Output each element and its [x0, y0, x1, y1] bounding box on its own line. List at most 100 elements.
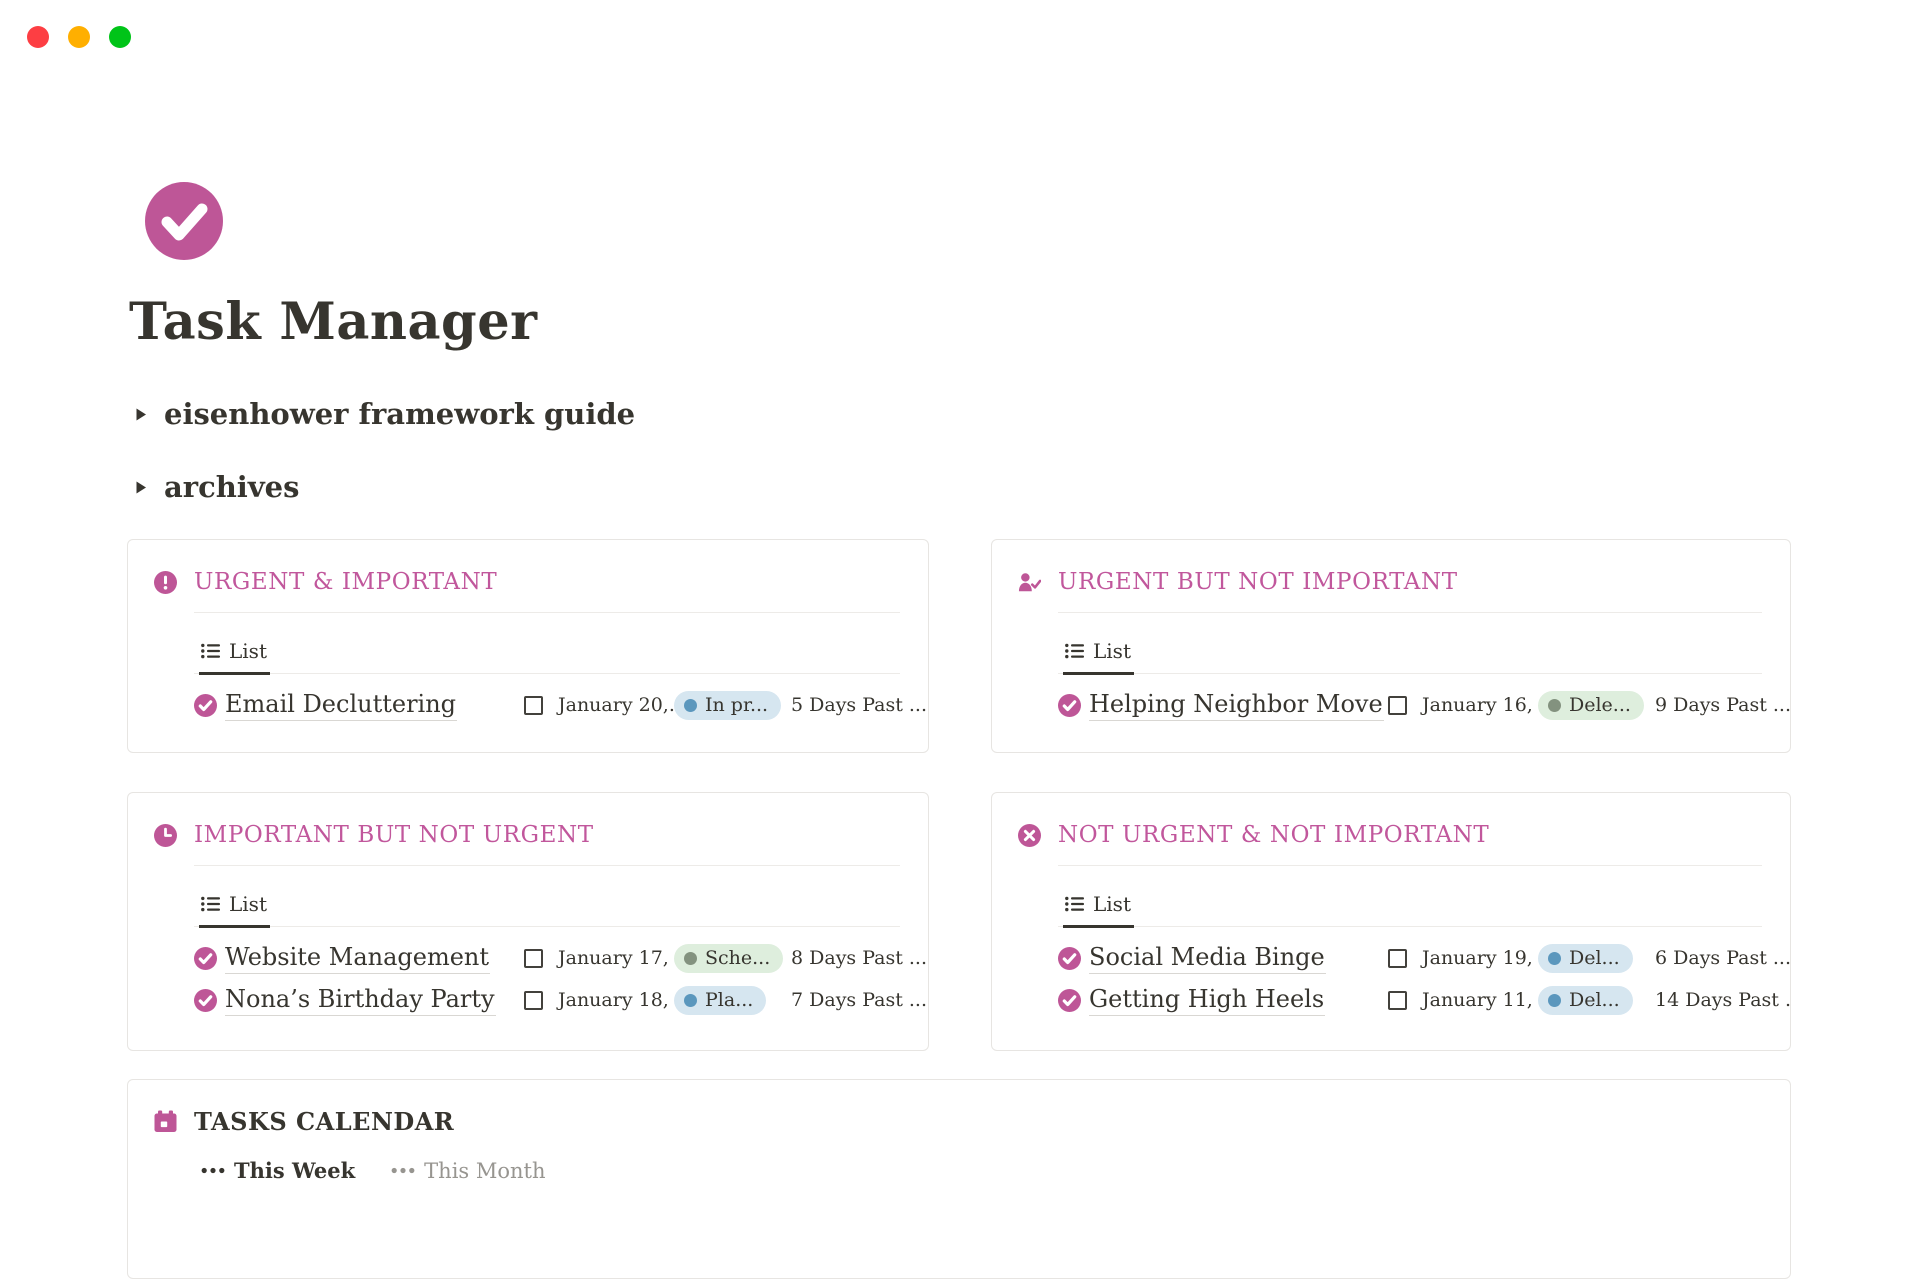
tab-list-view[interactable]: List [199, 639, 270, 675]
toggle-triangle-icon [135, 480, 147, 495]
task-check-icon [194, 989, 217, 1012]
tab-label: This Month [424, 1159, 545, 1183]
task-date[interactable]: January 11, ... [1422, 989, 1538, 1011]
quadrant-title: NOT URGENT & NOT IMPORTANT [1058, 822, 1489, 848]
card-urgent-not-important: URGENT BUT NOT IMPORTANT List [991, 539, 1791, 753]
three-dots-icon [201, 1167, 225, 1174]
status-badge[interactable]: Del... [1538, 986, 1633, 1015]
task-overdue: 6 Days Past ... [1655, 947, 1791, 969]
status-dot-icon [684, 994, 697, 1007]
card-header: IMPORTANT BUT NOT URGENT [128, 793, 928, 850]
card-header: NOT URGENT & NOT IMPORTANT [992, 793, 1790, 850]
task-checkbox[interactable] [524, 991, 543, 1010]
task-check-icon [1058, 694, 1081, 717]
task-check-icon [1058, 989, 1081, 1012]
card-urgent-important: URGENT & IMPORTANT List Emai [127, 539, 929, 753]
close-window-button[interactable] [27, 26, 49, 48]
tab-this-week[interactable]: This Week [201, 1158, 355, 1183]
status-label: Sche... [705, 947, 770, 969]
task-date[interactable]: January 18, ... [558, 989, 674, 1011]
list-view-icon [201, 896, 220, 912]
card-header: TASKS CALENDAR [128, 1080, 1790, 1136]
task-name-link[interactable]: Website Management [225, 943, 490, 974]
zoom-window-button[interactable] [109, 26, 131, 48]
quadrant-title: IMPORTANT BUT NOT URGENT [194, 822, 594, 848]
toggle-label: eisenhower framework guide [164, 397, 635, 431]
task-overdue: 7 Days Past ... [791, 989, 927, 1011]
card-header: URGENT & IMPORTANT [128, 540, 928, 597]
task-name-link[interactable]: Helping Neighbor Move [1089, 690, 1384, 721]
status-dot-icon [1548, 699, 1561, 712]
quadrant-title: URGENT & IMPORTANT [194, 569, 497, 595]
status-dot-icon [1548, 994, 1561, 1007]
toggle-eisenhower-framework-guide[interactable]: eisenhower framework guide [127, 397, 635, 431]
task-checkbox[interactable] [524, 696, 543, 715]
task-name-link[interactable]: Getting High Heels [1089, 985, 1325, 1016]
list-view-icon [201, 643, 220, 659]
three-dots-icon [391, 1167, 415, 1174]
list-view-icon [1065, 643, 1084, 659]
toggle-archives[interactable]: archives [127, 470, 299, 504]
tab-label: This Week [234, 1158, 355, 1183]
tab-list-view[interactable]: List [1063, 892, 1134, 928]
card-header: URGENT BUT NOT IMPORTANT [992, 540, 1790, 597]
status-label: Del... [1569, 989, 1620, 1011]
check-circle-icon [145, 182, 223, 260]
card-not-urgent-not-important: NOT URGENT & NOT IMPORTANT List [991, 792, 1791, 1051]
task-checkbox[interactable] [1388, 991, 1407, 1010]
tab-label: List [1093, 892, 1131, 916]
tab-this-month[interactable]: This Month [391, 1158, 545, 1183]
status-badge[interactable]: Dele... [1538, 691, 1644, 720]
task-name-link[interactable]: Nona’s Birthday Party [225, 985, 496, 1016]
tab-list-view[interactable]: List [199, 892, 270, 928]
task-name-link[interactable]: Social Media Binge [1089, 943, 1326, 974]
task-date[interactable]: January 20,... [558, 694, 674, 716]
quadrant-grid: URGENT & IMPORTANT List Emai [127, 539, 1791, 1051]
tab-label: List [1093, 639, 1131, 663]
card-tasks-calendar: TASKS CALENDAR This Week This Month [127, 1079, 1791, 1279]
status-badge[interactable]: Pla... [674, 986, 766, 1015]
status-label: Del... [1569, 947, 1620, 969]
task-row: Nona’s Birthday Party January 18, ... Pl… [194, 979, 900, 1021]
task-date[interactable]: January 19, ... [1422, 947, 1538, 969]
tab-list-view[interactable]: List [1063, 639, 1134, 675]
task-check-icon [1058, 947, 1081, 970]
task-checkbox[interactable] [1388, 949, 1407, 968]
tab-label: List [229, 639, 267, 663]
status-badge[interactable]: Del... [1538, 944, 1633, 973]
task-row: Website Management January 17, ... Sche.… [194, 937, 900, 979]
toggle-triangle-icon [135, 407, 147, 422]
task-check-icon [194, 694, 217, 717]
status-badge[interactable]: In pr... [674, 691, 781, 720]
toggle-label: archives [164, 470, 299, 504]
status-dot-icon [684, 952, 697, 965]
card-important-not-urgent: IMPORTANT BUT NOT URGENT List [127, 792, 929, 1051]
quadrant-title: URGENT BUT NOT IMPORTANT [1058, 569, 1458, 595]
task-date[interactable]: January 16, ... [1422, 694, 1538, 716]
task-row: Getting High Heels January 11, ... Del..… [1058, 979, 1762, 1021]
x-circle-icon [1018, 824, 1041, 847]
view-tabs: List [1058, 613, 1762, 674]
task-overdue: 9 Days Past ... [1655, 694, 1791, 716]
clock-icon [154, 824, 177, 847]
task-checkbox[interactable] [1388, 696, 1407, 715]
calendar-view-tabs: This Week This Month [201, 1158, 1790, 1183]
task-check-icon [194, 947, 217, 970]
status-label: Pla... [705, 989, 753, 1011]
task-overdue: 14 Days Past ... [1655, 989, 1791, 1011]
status-dot-icon [1548, 952, 1561, 965]
minimize-window-button[interactable] [68, 26, 90, 48]
list-view-icon [1065, 896, 1084, 912]
task-checkbox[interactable] [524, 949, 543, 968]
task-name-link[interactable]: Email Decluttering [225, 690, 457, 721]
page-body: Task Manager eisenhower framework guide … [127, 182, 1791, 1279]
task-row: Social Media Binge January 19, ... Del..… [1058, 937, 1762, 979]
page-title: Task Manager [129, 292, 1791, 353]
tab-label: List [229, 892, 267, 916]
task-date[interactable]: January 17, ... [558, 947, 674, 969]
alert-circle-icon [154, 571, 177, 594]
view-tabs: List [194, 866, 900, 927]
task-overdue: 5 Days Past ... [791, 694, 927, 716]
status-badge[interactable]: Sche... [674, 944, 783, 973]
view-tabs: List [1058, 866, 1762, 927]
